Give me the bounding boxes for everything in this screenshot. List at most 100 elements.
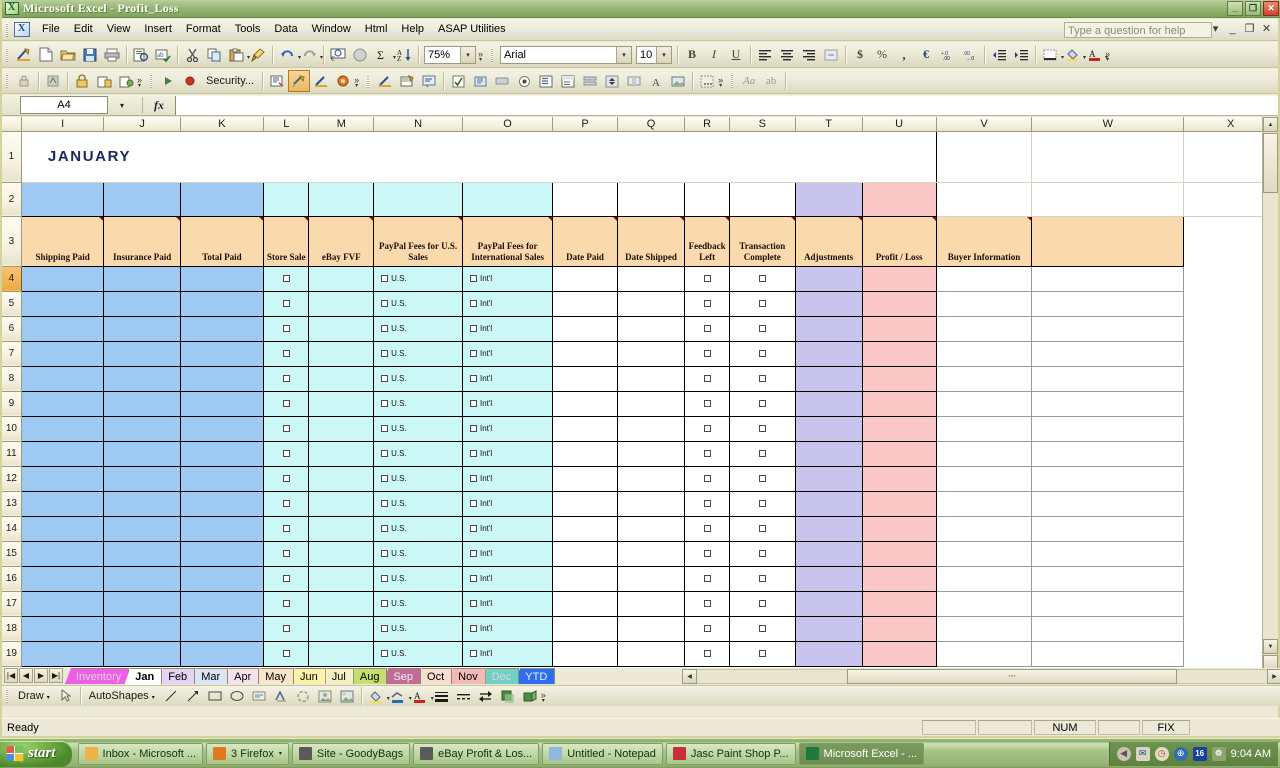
ask-a-question-input[interactable]: Type a question for help bbox=[1064, 22, 1212, 38]
checkbox-cell[interactable] bbox=[265, 375, 307, 382]
visualbasic-toolbar-overflow[interactable] bbox=[354, 71, 363, 91]
new-icon[interactable] bbox=[35, 44, 57, 66]
checkbox-cell[interactable]: Int'l bbox=[464, 349, 551, 358]
cell-S19[interactable] bbox=[617, 641, 684, 666]
currency-button[interactable]: $ bbox=[849, 44, 871, 66]
checkbox-cell[interactable] bbox=[686, 350, 728, 357]
shadow-style-icon[interactable] bbox=[497, 685, 519, 707]
vertical-scrollbar[interactable]: ▲ ▼ bbox=[1262, 117, 1278, 671]
checkbox-cell[interactable] bbox=[686, 625, 728, 632]
rectangle-icon[interactable] bbox=[204, 685, 226, 707]
cell-I10[interactable] bbox=[21, 416, 104, 441]
checkbox[interactable] bbox=[381, 500, 388, 507]
cell-Y14[interactable] bbox=[1032, 516, 1184, 541]
cell-L4[interactable] bbox=[264, 266, 309, 291]
fill-color-icon[interactable]: ▾ bbox=[1061, 44, 1083, 66]
cell-W11[interactable] bbox=[862, 441, 936, 466]
checkbox[interactable] bbox=[759, 275, 766, 282]
row-header-11[interactable]: 11 bbox=[2, 441, 21, 466]
cell-K15[interactable] bbox=[180, 541, 263, 566]
cell-J15[interactable] bbox=[104, 541, 180, 566]
cell-Y13[interactable] bbox=[1032, 491, 1184, 516]
cell-X5[interactable] bbox=[936, 291, 1032, 316]
cell-I7[interactable] bbox=[21, 341, 104, 366]
hscroll-right-button[interactable]: ▶ bbox=[1267, 669, 1280, 684]
euro-style-button[interactable]: € bbox=[915, 44, 937, 66]
checkbox[interactable] bbox=[704, 350, 711, 357]
checkbox[interactable] bbox=[283, 300, 290, 307]
spell-check-icon[interactable]: ab bbox=[152, 44, 174, 66]
col-header-N[interactable]: N bbox=[374, 117, 463, 131]
taskbar-item[interactable]: Microsoft Excel - ... bbox=[799, 743, 925, 765]
checkbox[interactable] bbox=[704, 625, 711, 632]
checkbox[interactable] bbox=[381, 600, 388, 607]
cell-S15[interactable] bbox=[617, 541, 684, 566]
cell-X17[interactable] bbox=[936, 591, 1032, 616]
cell-Y11[interactable] bbox=[1032, 441, 1184, 466]
checkbox[interactable] bbox=[283, 375, 290, 382]
comma-style-button[interactable]: , bbox=[893, 44, 915, 66]
cell-U7[interactable] bbox=[729, 341, 795, 366]
cell-N15[interactable]: U.S. bbox=[374, 541, 463, 566]
select-all-corner[interactable] bbox=[2, 117, 21, 131]
cell-U17[interactable] bbox=[729, 591, 795, 616]
checkbox-cell[interactable] bbox=[686, 275, 728, 282]
cell-J18[interactable] bbox=[104, 616, 180, 641]
checkbox-cell[interactable] bbox=[265, 500, 307, 507]
cell-V19[interactable] bbox=[795, 641, 862, 666]
line-style-icon[interactable] bbox=[431, 685, 453, 707]
cell-L12[interactable] bbox=[264, 466, 309, 491]
cell-N17[interactable]: U.S. bbox=[374, 591, 463, 616]
checkbox-cell[interactable]: Int'l bbox=[464, 299, 551, 308]
checkbox-cell[interactable]: Int'l bbox=[464, 649, 551, 658]
menu-file[interactable]: File bbox=[35, 20, 67, 39]
start-button[interactable]: start bbox=[0, 741, 72, 767]
checkbox-cell[interactable]: Int'l bbox=[464, 574, 551, 583]
checkbox[interactable] bbox=[470, 650, 477, 657]
font-color-drawing-icon[interactable]: A ▾ bbox=[409, 685, 431, 707]
checkbox-cell[interactable] bbox=[265, 425, 307, 432]
header-paypal-fees-intl[interactable]: PayPal Fees for International Sales bbox=[462, 216, 552, 266]
cell-I18[interactable] bbox=[21, 616, 104, 641]
cell-T14[interactable] bbox=[685, 516, 730, 541]
sheet-tab-feb[interactable]: Feb bbox=[157, 668, 195, 684]
cell-N5[interactable]: U.S. bbox=[374, 291, 463, 316]
cell-K9[interactable] bbox=[180, 391, 263, 416]
cell-K14[interactable] bbox=[180, 516, 263, 541]
cell-R5[interactable] bbox=[553, 291, 618, 316]
checkbox-cell[interactable] bbox=[731, 650, 794, 657]
cell-K4[interactable] bbox=[180, 266, 263, 291]
col-header-U[interactable]: U bbox=[862, 117, 936, 131]
checkbox[interactable] bbox=[470, 325, 477, 332]
cell-X1[interactable] bbox=[1032, 131, 1184, 182]
cell-S2[interactable] bbox=[617, 182, 684, 216]
font-name-dropdown-icon[interactable]: ▾ bbox=[616, 47, 631, 63]
cell-L17[interactable] bbox=[264, 591, 309, 616]
cell-Y6[interactable] bbox=[1032, 316, 1184, 341]
cell-J14[interactable] bbox=[104, 516, 180, 541]
underline-button[interactable]: U bbox=[725, 44, 747, 66]
cell-P10[interactable]: Int'l bbox=[462, 416, 552, 441]
cell-L5[interactable] bbox=[264, 291, 309, 316]
checkbox[interactable] bbox=[759, 525, 766, 532]
font-color-icon[interactable]: A ▾ bbox=[1083, 44, 1105, 66]
optionbutton-control-icon[interactable] bbox=[513, 70, 535, 92]
checkbox[interactable] bbox=[470, 425, 477, 432]
cell-Y16[interactable] bbox=[1032, 566, 1184, 591]
cell-L8[interactable] bbox=[264, 366, 309, 391]
header-ebay-fvf[interactable]: eBay FVF bbox=[309, 216, 374, 266]
checkbox[interactable] bbox=[470, 450, 477, 457]
sheet-tab-inventory[interactable]: Inventory bbox=[65, 668, 129, 684]
checkbox-cell[interactable] bbox=[686, 525, 728, 532]
cell-K17[interactable] bbox=[180, 591, 263, 616]
cell-K18[interactable] bbox=[180, 616, 263, 641]
cell-K12[interactable] bbox=[180, 466, 263, 491]
checkbox-cell[interactable]: Int'l bbox=[464, 524, 551, 533]
checkbox[interactable] bbox=[283, 575, 290, 582]
cell-W8[interactable] bbox=[862, 366, 936, 391]
checkbox-cell[interactable] bbox=[686, 500, 728, 507]
checkbox-cell[interactable] bbox=[731, 300, 794, 307]
checkbox[interactable] bbox=[704, 325, 711, 332]
cell-P17[interactable]: Int'l bbox=[462, 591, 552, 616]
sheet-tab-apr[interactable]: Apr bbox=[223, 668, 259, 684]
